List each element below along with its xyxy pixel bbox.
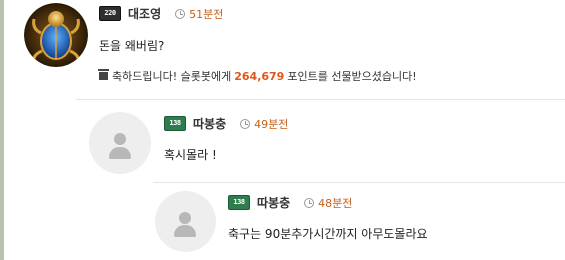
clock-icon xyxy=(304,197,315,208)
scarab-beetle-avatar-icon[interactable] xyxy=(24,3,88,67)
comment-meta: 138 따봉충 48분전 xyxy=(228,194,352,211)
default-user-avatar-icon[interactable] xyxy=(155,191,216,252)
gift-text-after: 포인트를 선물받으셨습니다! xyxy=(287,70,417,83)
avatar-body-shape xyxy=(174,225,196,237)
avatar-body-shape xyxy=(109,147,131,159)
gift-text-before: 축하드립니다! 슬롯봇에게 xyxy=(112,70,232,83)
level-badge: 138 xyxy=(228,195,250,210)
comment-time: 51분전 xyxy=(189,7,224,21)
author-name[interactable]: 따봉충 xyxy=(193,115,226,132)
level-badge: 220 xyxy=(99,6,121,21)
default-user-avatar-icon[interactable] xyxy=(89,112,151,174)
author-name[interactable]: 대조영 xyxy=(128,5,161,22)
comment-text: 돈을 왜버림? xyxy=(99,39,165,53)
comment-2: 138 따봉충 49분전 혹시몰라 ! xyxy=(0,100,565,182)
comment-time: 49분전 xyxy=(254,117,289,131)
comment-meta: 138 따봉충 49분전 xyxy=(164,115,288,132)
comment-time: 48분전 xyxy=(318,196,353,210)
avatar-head-shape xyxy=(114,133,126,145)
gift-points: 264,679 xyxy=(234,69,285,83)
comment-1: 220 대조영 51분전 돈을 왜버림? 축하드립니다! 슬롯봇에게 264,6… xyxy=(0,0,565,100)
comment-text: 축구는 90분추가시간까지 아무도몰라요 xyxy=(228,227,428,241)
comment-meta: 220 대조영 51분전 xyxy=(99,5,223,22)
author-name[interactable]: 따봉충 xyxy=(257,194,290,211)
comment-text: 혹시몰라 ! xyxy=(164,148,217,162)
gift-icon xyxy=(98,69,109,80)
level-badge: 138 xyxy=(164,116,186,131)
clock-icon xyxy=(240,118,251,129)
comment-3: 138 따봉충 48분전 축구는 90분추가시간까지 아무도몰라요 xyxy=(0,183,565,260)
clock-icon xyxy=(175,8,186,19)
avatar-head-shape xyxy=(179,212,191,224)
gift-notice: 축하드립니다! 슬롯봇에게 264,679 포인트를 선물받으셨습니다! xyxy=(98,68,417,84)
